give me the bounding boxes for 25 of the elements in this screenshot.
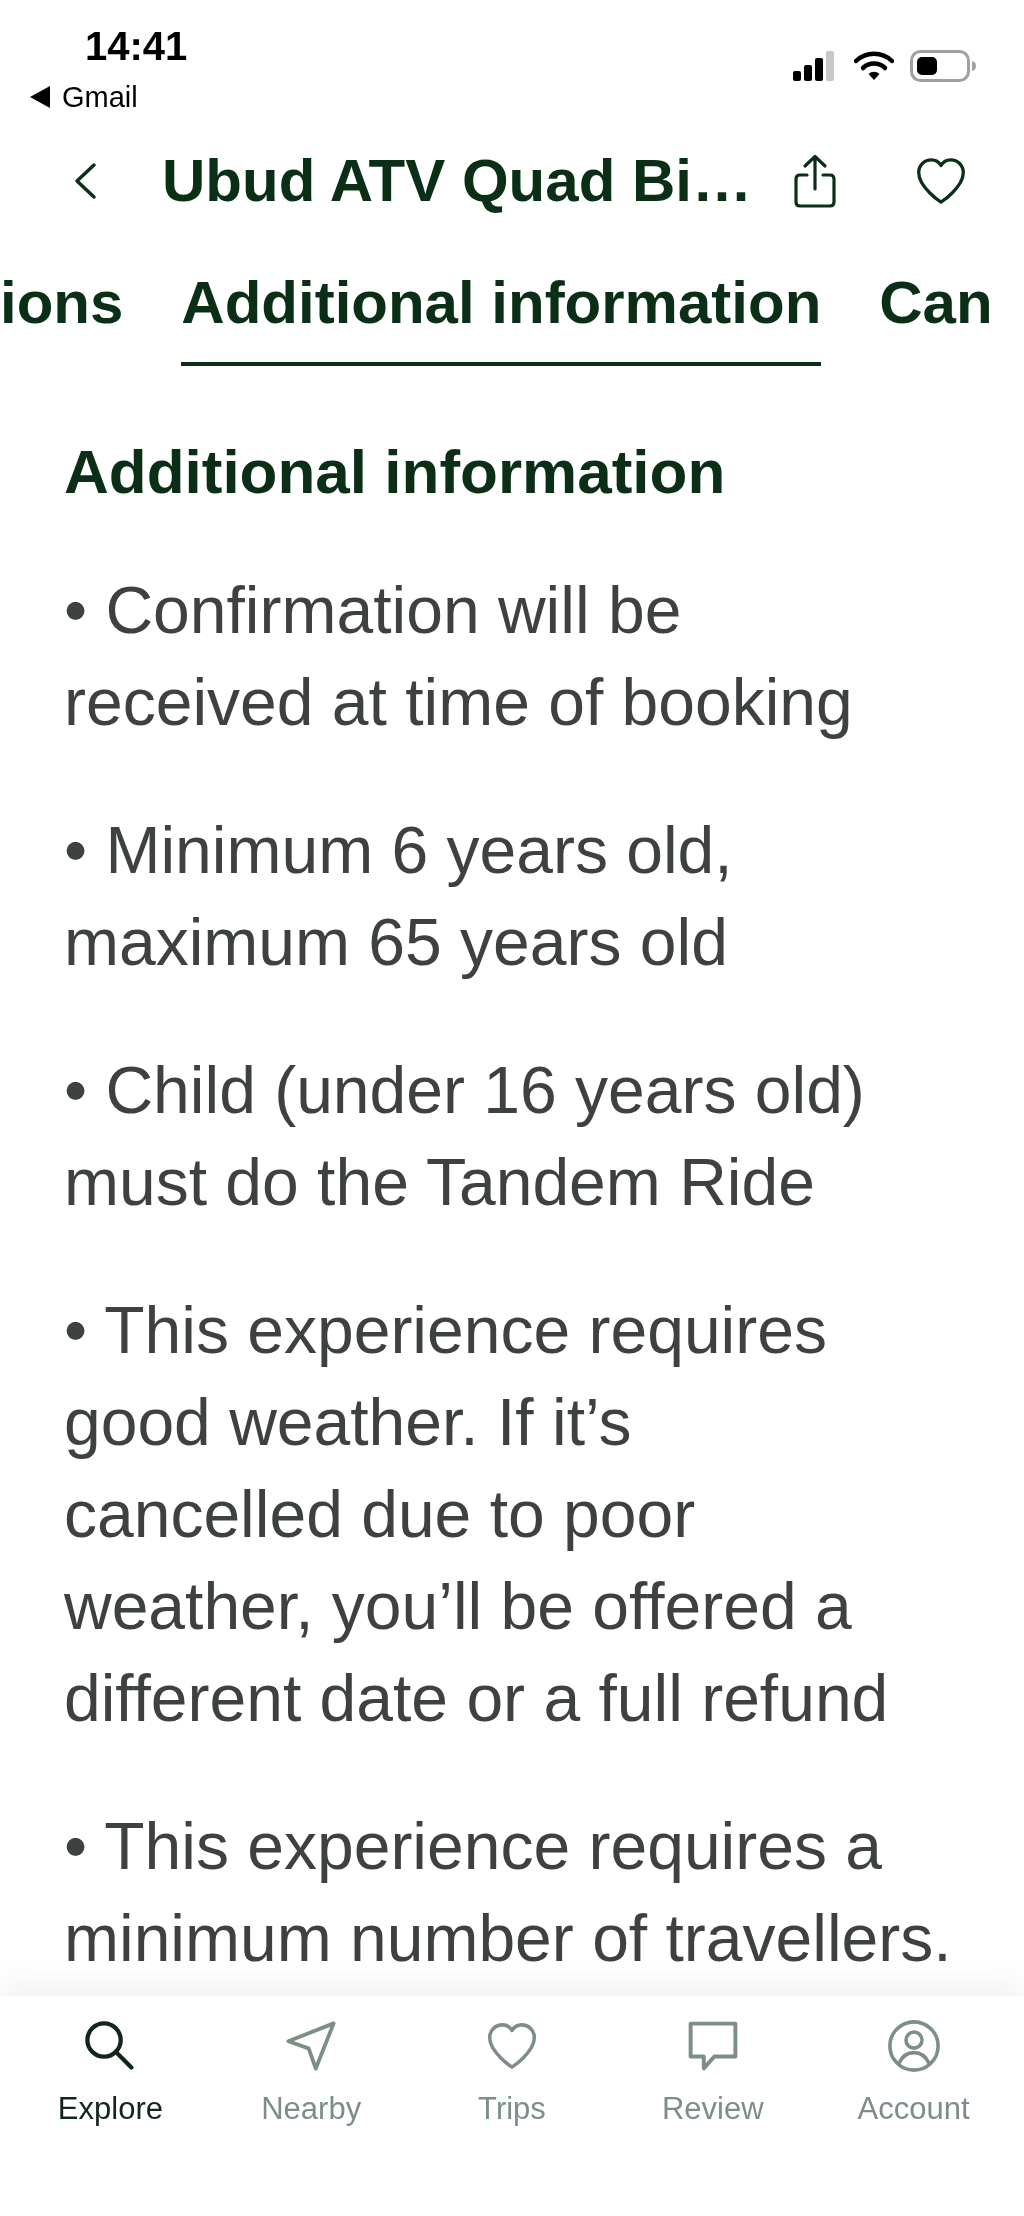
section-heading: Additional information [64,441,727,503]
user-circle-icon [887,2020,940,2072]
heart-icon [487,2023,537,2069]
chevron-left-icon[interactable] [72,162,98,200]
info-list-item: • This experience requires good weather. If it’s cancelled due to poor weather, you’ll be offered a different date or a full refund [64,1292,890,1737]
triangle-left-icon [30,86,50,108]
signal-icon [793,51,835,81]
info-list-item: • Confirmation will be received at time of booking [64,572,854,741]
heart-icon[interactable] [914,158,968,204]
tab[interactable]: Additional information [181,272,822,366]
share-icon[interactable] [792,154,838,208]
wifi-icon [854,51,894,81]
page-title: Ubud ATV Quad Bi… [162,146,752,216]
info-list-item: • Child (under 16 years old) must do the Tandem Ride [64,1052,866,1221]
battery-icon [910,50,976,82]
back-to-app-link[interactable]: Gmail [30,82,188,112]
info-list-item: • This experience requires a minimum number of travellers. [64,1808,953,1977]
nav-tab[interactable]: Explore [10,1996,211,2127]
info-list-item: • Minimum 6 years old, maximum 65 years old [64,812,734,981]
tab[interactable]: Can [879,272,993,366]
status-time: 14:41 [85,26,188,66]
tab[interactable]: ions [0,272,124,366]
speech-bubble-icon [687,2021,738,2071]
search-icon [85,2021,136,2071]
navigation-arrow-icon [286,2021,337,2071]
